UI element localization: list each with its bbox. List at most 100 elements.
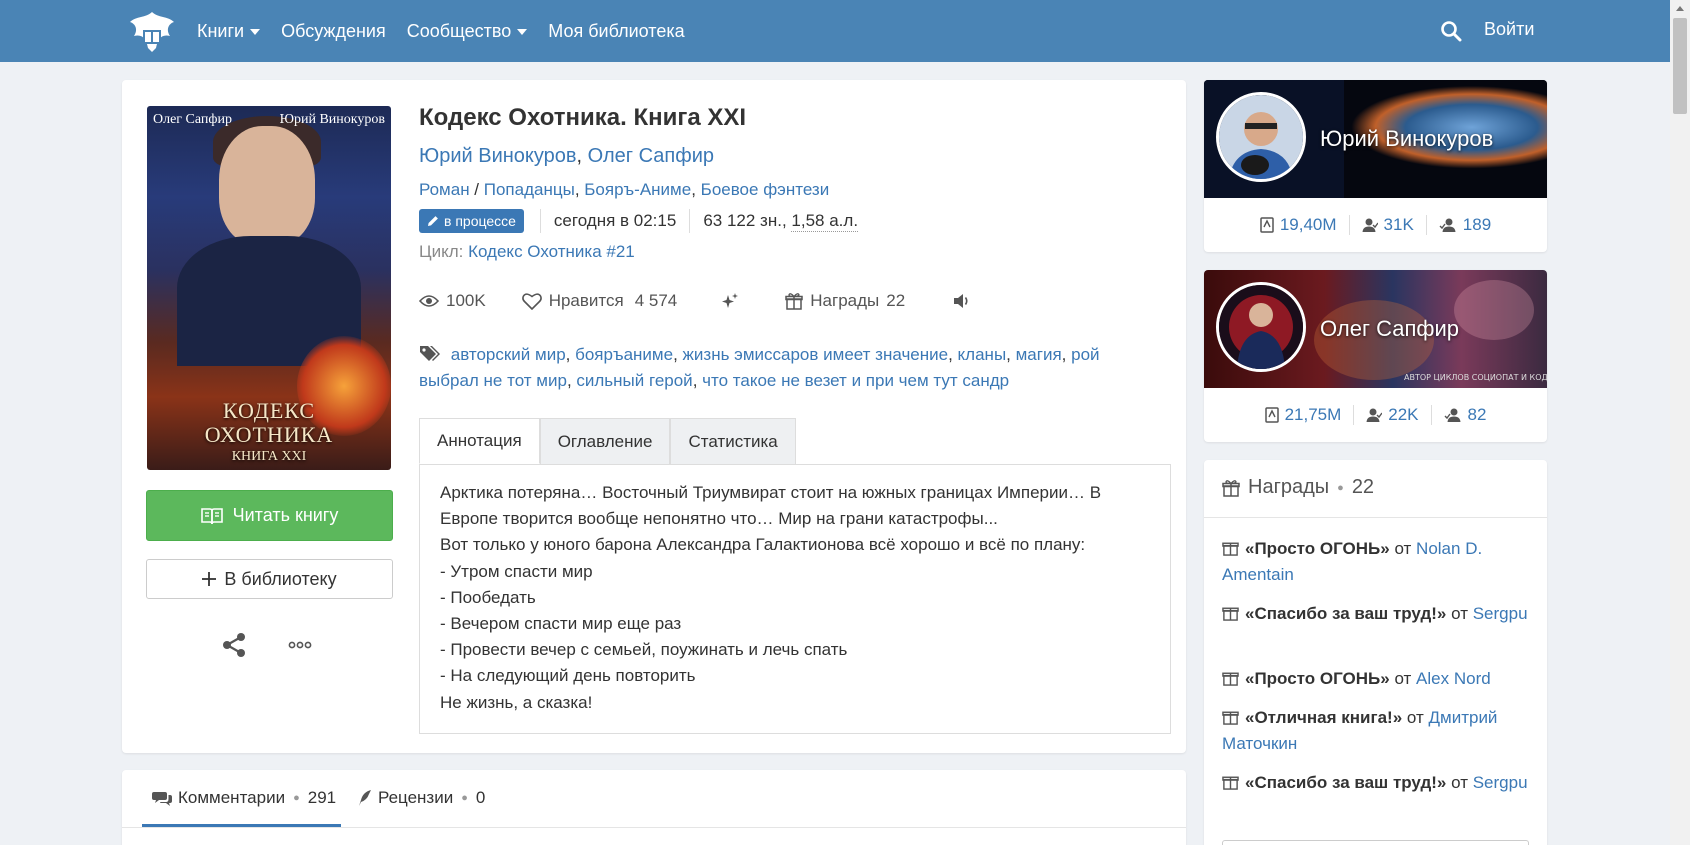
login-link[interactable]: Войти: [1484, 19, 1534, 40]
tag-link[interactable]: магия: [1016, 345, 1062, 364]
awards-more-button[interactable]: [1222, 840, 1529, 845]
cycle-link[interactable]: Кодекс Охотника: [468, 242, 602, 261]
cycle-number[interactable]: #21: [602, 242, 634, 261]
genre-link[interactable]: Боевое фэнтези: [701, 180, 830, 199]
author-card[interactable]: АВТОР ЦИКЛОВ СОЦИОПАТ И КОДЕ Олег Сапфир…: [1204, 270, 1547, 442]
likes-count: 4 574: [634, 291, 678, 310]
nav-my-library[interactable]: Моя библиотека: [548, 21, 684, 42]
annotation-line: Арктика потеряна… Восточный Триумвират с…: [440, 483, 1102, 529]
awards-button[interactable]: Награды 22: [785, 291, 905, 311]
dot-separator: ●: [293, 792, 300, 804]
scroll-up-arrow-icon[interactable]: [1676, 6, 1684, 11]
annotation-line: - Пообедать: [440, 587, 536, 607]
awards-title: Награды: [1248, 476, 1330, 498]
tag-link[interactable]: бояръаниме: [575, 345, 673, 364]
reviews-label: Рецензии: [378, 788, 454, 807]
search-icon[interactable]: [1440, 20, 1462, 42]
award-from-label: от: [1451, 604, 1468, 623]
award-from-label: от: [1394, 669, 1412, 688]
award-from-label: от: [1451, 773, 1468, 792]
tag-link[interactable]: авторский мир: [451, 345, 566, 364]
views-count: 100K: [446, 291, 486, 310]
sparkles-icon: [722, 293, 739, 308]
tag-link[interactable]: кланы: [958, 345, 1007, 364]
divider: [122, 827, 1186, 828]
plus-icon: [202, 572, 217, 586]
cover-title-line1: КОДЕКС: [222, 398, 316, 423]
nav-discussions[interactable]: Обсуждения: [281, 21, 386, 42]
read-book-button[interactable]: Читать книгу: [146, 490, 393, 541]
award-item: «Просто ОГОНЬ» от Nolan D. Amentain: [1222, 536, 1532, 588]
author-name[interactable]: Юрий Винокуров: [1320, 126, 1493, 152]
users-icon: [1439, 218, 1456, 232]
status-badge: в процессе: [419, 209, 524, 233]
author-link[interactable]: Юрий Винокуров: [419, 145, 577, 167]
divider: [1204, 517, 1547, 518]
nav-community[interactable]: Сообщество: [407, 21, 528, 42]
comments-icon: [152, 792, 172, 806]
author-stat-value: 19,40M: [1279, 215, 1337, 234]
status-label: в процессе: [444, 213, 516, 229]
awards-label: Награды: [810, 291, 880, 310]
tab-reviews[interactable]: Рецензии ● 0: [358, 788, 485, 808]
tag-link[interactable]: жизнь эмиссаров имеет значение: [683, 345, 949, 364]
nav-discussions-label: Обсуждения: [281, 20, 386, 41]
award-from-user[interactable]: Sergpu: [1473, 604, 1528, 623]
add-to-library-button[interactable]: В библиотеку: [146, 559, 393, 599]
book-genres: Роман / Попаданцы, Бояръ-Аниме, Боевое ф…: [419, 180, 830, 199]
site-logo-icon[interactable]: [126, 8, 178, 56]
gift-icon: [1222, 607, 1239, 621]
tab-contents[interactable]: Оглавление: [539, 418, 671, 464]
page-scrollbar[interactable]: [1670, 0, 1690, 845]
annotation-line: - Вечером спасти мир еще раз: [440, 614, 682, 634]
divider: [689, 209, 691, 233]
user-icon: [1362, 218, 1378, 232]
author-card[interactable]: Юрий Винокуров 19,40M 31K 189: [1204, 80, 1547, 252]
tab-annotation[interactable]: Аннотация: [419, 418, 540, 464]
book-cover[interactable]: Олег Сапфир Юрий Винокуров КОДЕКС ОХОТНИ…: [147, 106, 391, 470]
read-book-label: Читать книгу: [232, 505, 339, 525]
tag-link[interactable]: сильный герой: [576, 371, 692, 390]
quill-icon: [359, 790, 371, 806]
add-to-library-label: В библиотеку: [224, 568, 337, 589]
genre-link[interactable]: Бояръ-Аниме: [584, 180, 691, 199]
author-stats: 21,75M 22K 82: [1204, 388, 1547, 442]
likes-button[interactable]: Нравится 4 574: [521, 291, 678, 311]
genre-link[interactable]: Роман: [419, 180, 470, 199]
award-from-user[interactable]: Alex Nord: [1416, 669, 1491, 688]
author-link[interactable]: Олег Сапфир: [588, 145, 714, 167]
author-avatar[interactable]: [1216, 282, 1306, 372]
audio-button[interactable]: [953, 293, 971, 309]
share-icon[interactable]: [220, 631, 248, 659]
dot-separator: ●: [1337, 481, 1344, 494]
tag-link[interactable]: что такое не везет и при чем тут сандр: [702, 371, 1009, 390]
genre-link[interactable]: Попаданцы: [484, 180, 575, 199]
author-stat-friends: 82: [1432, 405, 1499, 425]
pencil-icon: [428, 216, 438, 226]
users-icon: [1444, 408, 1461, 422]
more-options-icon[interactable]: [286, 638, 314, 652]
authors-separator: ,: [576, 145, 588, 167]
chevron-down-icon: [517, 29, 528, 35]
annotation-panel: Арктика потеряна… Восточный Триумвират с…: [419, 464, 1171, 734]
book-authors: Юрий Винокуров, Олег Сапфир: [419, 145, 714, 168]
book-icon: [1260, 217, 1274, 233]
tab-statistics[interactable]: Статистика: [670, 418, 796, 464]
award-item: «Спасибо за ваш труд!» от Sergpu: [1222, 770, 1532, 796]
scrollbar-thumb[interactable]: [1673, 18, 1687, 114]
tab-comments[interactable]: Комментарии ● 291: [152, 788, 336, 808]
author-stat-followers: 31K: [1350, 215, 1426, 235]
nav-books[interactable]: Книги: [197, 21, 261, 42]
award-name: «Отличная книга!»: [1245, 708, 1403, 727]
author-stat-books: 19,40M: [1248, 215, 1349, 235]
sparkle-button[interactable]: [721, 292, 739, 310]
views-stat: 100K: [419, 291, 486, 311]
award-from-user[interactable]: Sergpu: [1473, 773, 1528, 792]
cover-author-left: Олег Сапфир: [153, 112, 232, 127]
author-stat-books: 21,75M: [1253, 405, 1354, 425]
author-stat-followers: 22K: [1354, 405, 1430, 425]
author-avatar[interactable]: [1216, 92, 1306, 182]
cover-title-line3: КНИГА XXI: [231, 449, 307, 464]
author-name[interactable]: Олег Сапфир: [1320, 316, 1459, 342]
award-name: «Просто ОГОНЬ»: [1245, 669, 1390, 688]
